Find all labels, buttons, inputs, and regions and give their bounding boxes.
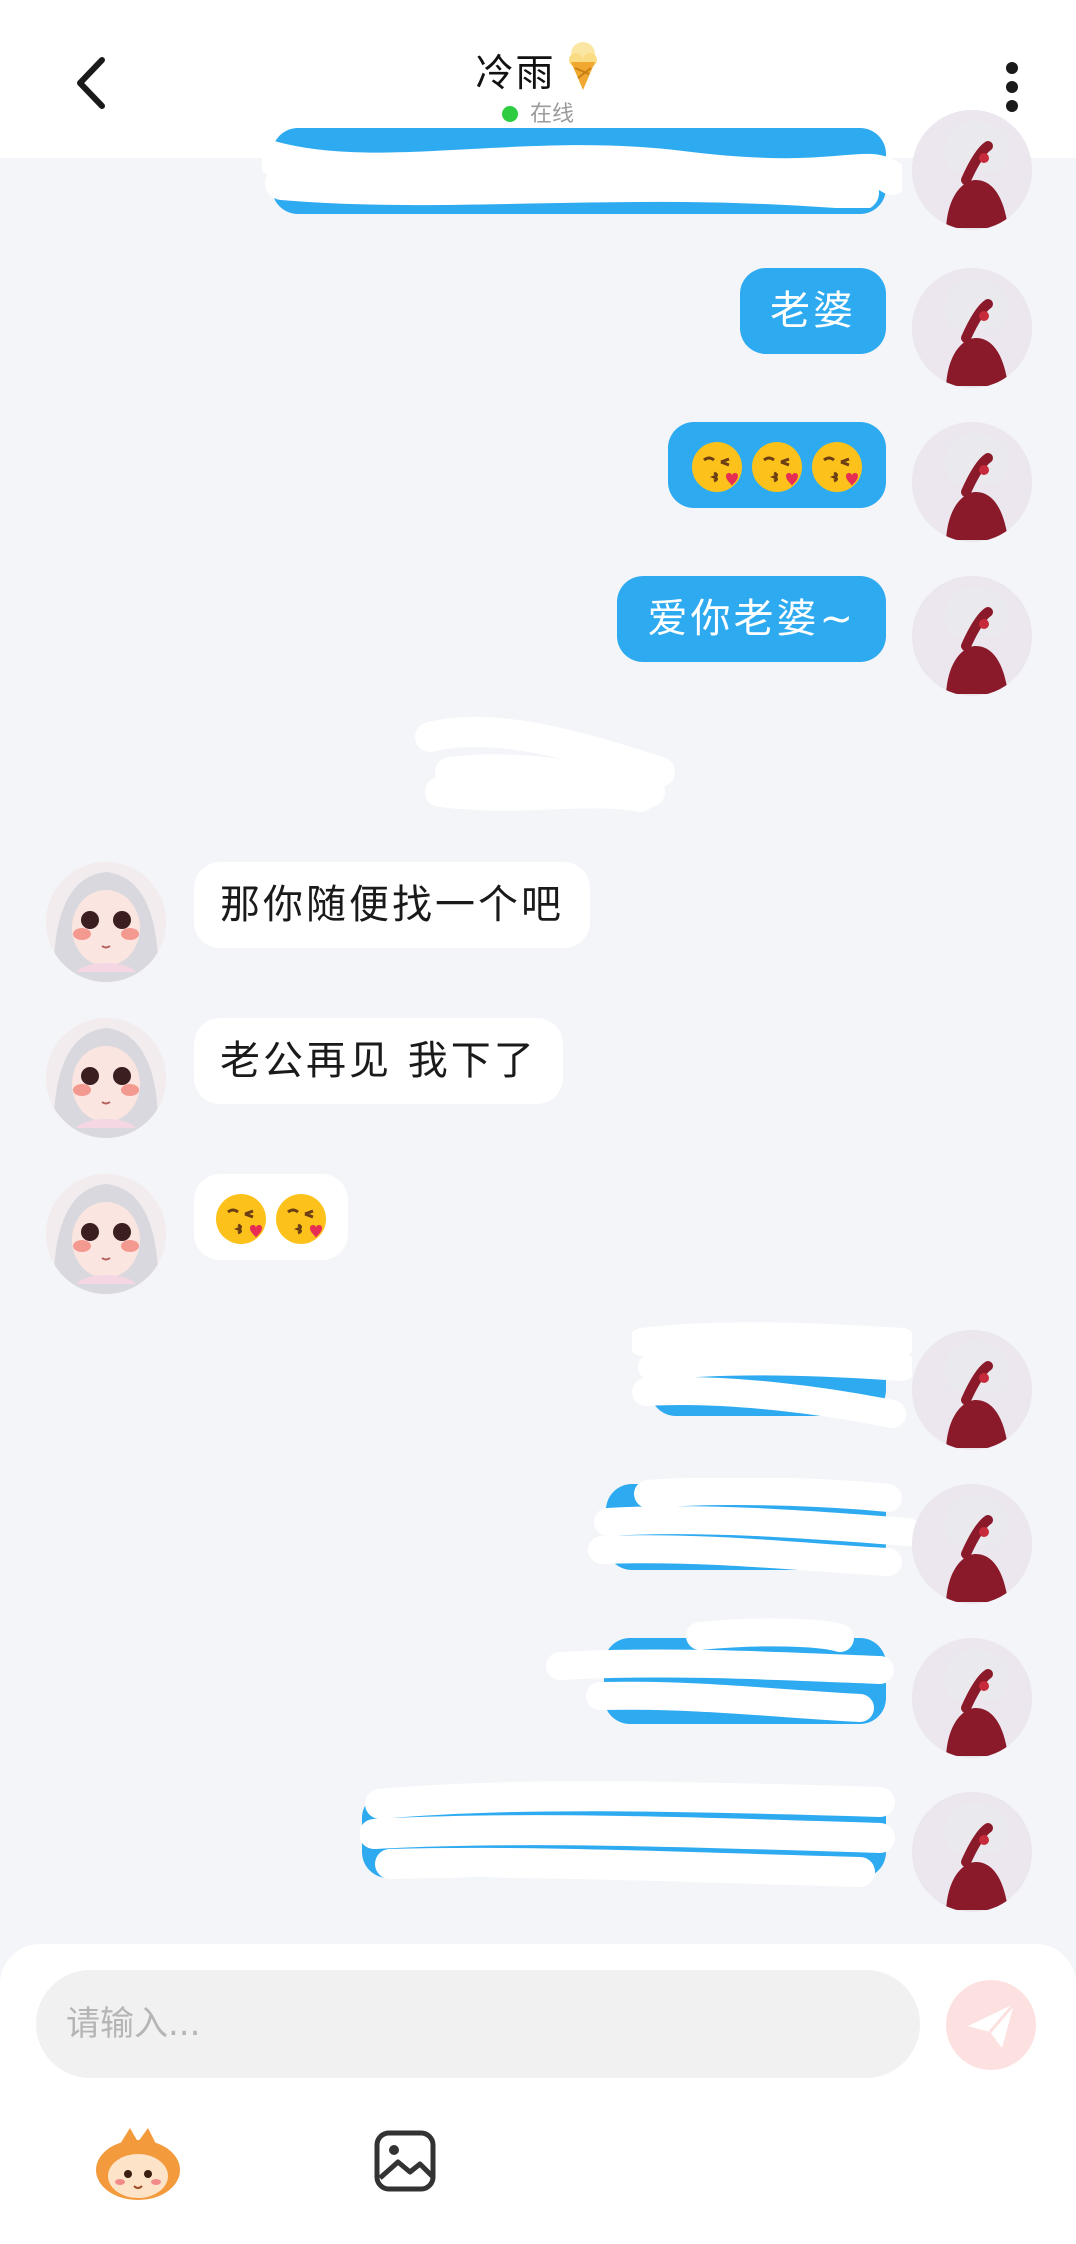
- online-status-text: 在线: [529, 102, 574, 127]
- message-row-outgoing: 老婆: [0, 268, 1076, 388]
- chat-screen: 冷雨 在线 老婆 爱你老婆~ 那你随便找一个吧 老公再见 我下了 请输入...: [0, 0, 1076, 2244]
- kissing-heart-emoji-icon: [216, 1194, 266, 1244]
- redaction-scribble: [262, 141, 902, 208]
- online-status: 在线: [0, 96, 1076, 128]
- contact-avatar[interactable]: [46, 1018, 166, 1138]
- contact-avatar[interactable]: [46, 862, 166, 982]
- emoji-bubble[interactable]: [668, 422, 886, 508]
- my-avatar[interactable]: [912, 110, 1032, 230]
- my-avatar[interactable]: [912, 1792, 1032, 1912]
- message-row-outgoing: 爱你老婆~: [0, 576, 1076, 696]
- send-button[interactable]: [946, 1980, 1036, 2070]
- more-options-button[interactable]: [992, 52, 1032, 122]
- message-bubble[interactable]: 爱你老婆~: [617, 576, 886, 662]
- redaction-scribble: [588, 1478, 918, 1576]
- ice-cream-icon: [565, 40, 601, 96]
- my-avatar[interactable]: [912, 576, 1032, 696]
- message-input[interactable]: [36, 1970, 920, 2078]
- message-row-scribbled: [0, 1781, 1076, 1912]
- message-row-outgoing: [0, 422, 1076, 542]
- contact-avatar[interactable]: [46, 1174, 166, 1294]
- message-bubble[interactable]: 老公再见 我下了: [194, 1018, 563, 1104]
- image-icon: [374, 2130, 436, 2192]
- my-avatar[interactable]: [912, 1330, 1032, 1450]
- online-dot-icon: [501, 106, 518, 122]
- message-row-scribbled: [0, 1618, 1076, 1758]
- message-row-incoming: 老公再见 我下了: [0, 1018, 1076, 1138]
- my-avatar[interactable]: [912, 268, 1032, 388]
- redaction-scribble: [546, 1618, 894, 1722]
- kissing-heart-emoji-icon: [752, 442, 802, 492]
- mascot-face-icon: [96, 2128, 180, 2200]
- message-row-scribbled: [0, 110, 1076, 238]
- composer-panel: [0, 1944, 1076, 2244]
- my-avatar[interactable]: [912, 1638, 1032, 1758]
- my-avatar[interactable]: [912, 422, 1032, 542]
- kissing-heart-emoji-icon: [812, 442, 862, 492]
- redaction-scribble: [632, 1322, 912, 1428]
- message-bubble[interactable]: 老婆: [740, 268, 886, 354]
- message-row-incoming: [0, 1174, 1076, 1294]
- redaction-scribble: [360, 1781, 895, 1887]
- message-row-scribbled: [0, 1478, 1076, 1604]
- message-row-scribbled: [0, 1322, 1076, 1450]
- image-picker-button[interactable]: [372, 2128, 438, 2194]
- sticker-mascot-button[interactable]: [90, 2124, 186, 2204]
- kissing-heart-emoji-icon: [276, 1194, 326, 1244]
- my-avatar[interactable]: [912, 1484, 1032, 1604]
- send-icon: [968, 2003, 1016, 2048]
- redaction-scribble: [415, 716, 675, 812]
- kissing-heart-emoji-icon: [692, 442, 742, 492]
- message-row-incoming: 那你随便找一个吧: [0, 862, 1076, 982]
- contact-name[interactable]: 冷雨: [475, 42, 555, 97]
- message-bubble[interactable]: 那你随便找一个吧: [194, 862, 590, 948]
- emoji-bubble[interactable]: [194, 1174, 348, 1260]
- title-wrap: 冷雨: [0, 40, 1076, 97]
